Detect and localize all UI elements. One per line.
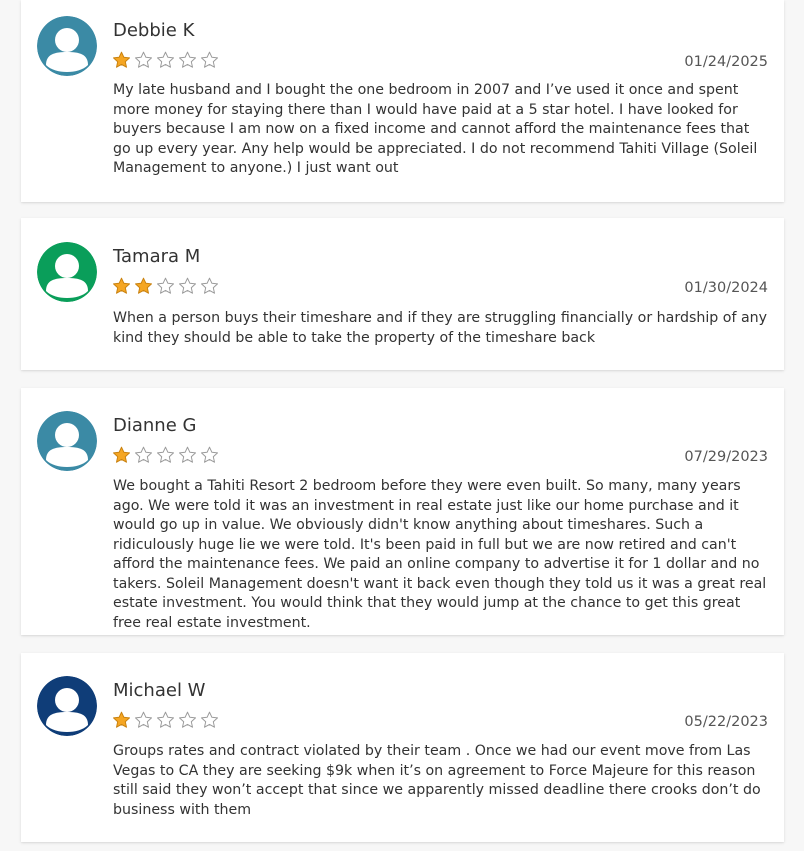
review-text: Groups rates and contract violated by th… [113, 743, 761, 818]
review-card: Tamara M 01/30/2024 When a person buys t… [21, 218, 784, 370]
review-date: 01/30/2024 [684, 280, 768, 296]
star-filled-icon [113, 711, 130, 728]
star-filled-icon [113, 446, 130, 463]
star-empty-icon [157, 446, 174, 463]
reviewer-name: Dianne G [113, 415, 197, 436]
star-empty-icon [201, 51, 218, 68]
review-text: When a person buys their timeshare and i… [113, 310, 768, 346]
review-text: My late husband and I bought the one bed… [113, 82, 758, 176]
user-avatar-icon [37, 242, 97, 302]
reviewer-name: Tamara M [113, 246, 201, 267]
review-card: Debbie K 01/24/2025 My late husband and … [21, 0, 784, 202]
star-rating [112, 711, 219, 729]
star-empty-icon [157, 51, 174, 68]
review-date: 07/29/2023 [684, 449, 768, 465]
review-card: Michael W 05/22/2023 Groups rates and co… [21, 653, 784, 842]
user-avatar-icon [37, 676, 97, 736]
star-empty-icon [201, 711, 218, 728]
review-text: We bought a Tahiti Resort 2 bedroom befo… [113, 478, 767, 631]
star-empty-icon [201, 446, 218, 463]
star-empty-icon [135, 51, 152, 68]
star-filled-icon [113, 51, 130, 68]
star-rating [112, 51, 219, 69]
star-empty-icon [179, 277, 196, 294]
star-rating [112, 277, 219, 295]
star-empty-icon [179, 711, 196, 728]
user-avatar-icon [37, 411, 97, 471]
star-empty-icon [135, 711, 152, 728]
star-empty-icon [201, 277, 218, 294]
star-empty-icon [179, 446, 196, 463]
review-date: 05/22/2023 [684, 714, 768, 730]
user-avatar-icon [37, 16, 97, 76]
reviewer-name: Debbie K [113, 20, 195, 41]
reviewer-name: Michael W [113, 680, 206, 701]
star-filled-icon [113, 277, 130, 294]
star-filled-icon [135, 277, 152, 294]
star-empty-icon [157, 277, 174, 294]
review-date: 01/24/2025 [684, 54, 768, 70]
star-empty-icon [135, 446, 152, 463]
star-rating [112, 446, 219, 464]
review-card: Dianne G 07/29/2023 We bought a Tahiti R… [21, 388, 784, 635]
star-empty-icon [179, 51, 196, 68]
star-empty-icon [157, 711, 174, 728]
reviews-list: Debbie K 01/24/2025 My late husband and … [0, 0, 804, 851]
